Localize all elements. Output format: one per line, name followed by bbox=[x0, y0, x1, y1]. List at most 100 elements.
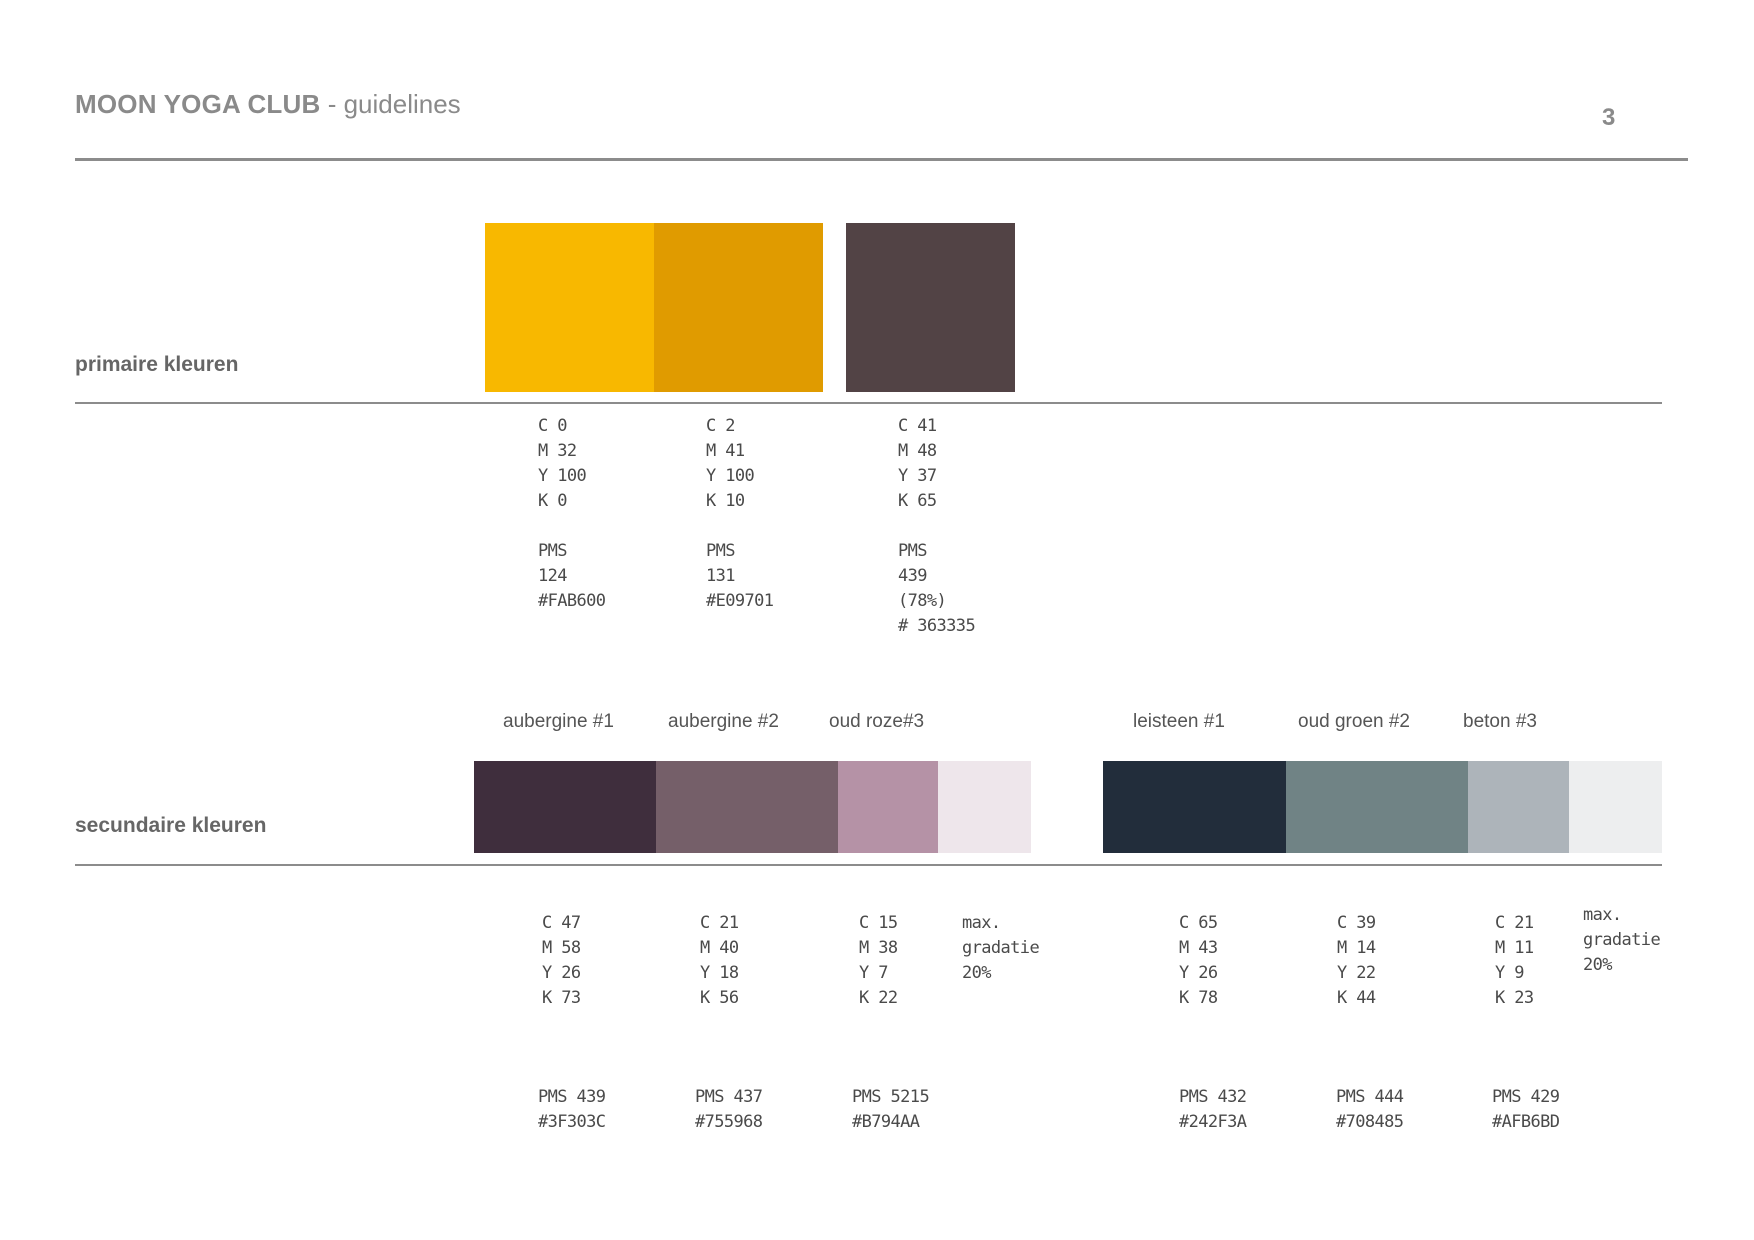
primary-spec-3-line: K 65 bbox=[898, 491, 937, 511]
pms-aubergine-1-line: PMS 439 bbox=[538, 1087, 606, 1107]
primary-swatch-3 bbox=[846, 223, 1015, 392]
cmyk-oud-groen-2: C 39 M 14 Y 22 K 44 bbox=[1337, 911, 1376, 1011]
secondary-section-title: secundaire kleuren bbox=[75, 814, 267, 837]
primary-spec-1: C 0 M 32 Y 100 K 0 PMS 124 #FAB600 bbox=[538, 414, 606, 614]
pms-aubergine-1: PMS 439 #3F303C bbox=[538, 1085, 606, 1135]
pms-oud-groen-2-line: #708485 bbox=[1336, 1112, 1404, 1132]
pms-oud-groen-2-line: PMS 444 bbox=[1336, 1087, 1404, 1107]
pms-aubergine-2: PMS 437 #755968 bbox=[695, 1085, 763, 1135]
primary-spec-3-line: PMS bbox=[898, 541, 928, 561]
cmyk-aubergine-2: C 21 M 40 Y 18 K 56 bbox=[700, 911, 739, 1011]
pms-aubergine-1-line: #3F303C bbox=[538, 1112, 606, 1132]
cmyk-aubergine-2-line: K 56 bbox=[700, 988, 739, 1008]
cmyk-leisteen-1-line: C 65 bbox=[1179, 913, 1218, 933]
pms-oud-roze-3-line: #B794AA bbox=[852, 1112, 920, 1132]
primary-spec-2-line: K 10 bbox=[706, 491, 745, 511]
cmyk-beton-3-line: K 23 bbox=[1495, 988, 1534, 1008]
gradient-note-1-line: gradatie bbox=[962, 938, 1040, 958]
gradient-note-1: max. gradatie 20% bbox=[962, 911, 1040, 986]
pms-beton-3: PMS 429 #AFB6BD bbox=[1492, 1085, 1560, 1135]
primary-spec-1-line: C 0 bbox=[538, 416, 568, 436]
pms-aubergine-2-line: PMS 437 bbox=[695, 1087, 763, 1107]
cmyk-oud-roze-3-line: C 15 bbox=[859, 913, 898, 933]
primary-spec-2: C 2 M 41 Y 100 K 10 PMS 131 #E09701 bbox=[706, 414, 774, 614]
title-subtitle: guidelines bbox=[343, 89, 461, 119]
color-name-oud-roze-3: oud roze#3 bbox=[829, 711, 925, 732]
cmyk-aubergine-1-line: C 47 bbox=[542, 913, 581, 933]
cmyk-aubergine-1-line: M 58 bbox=[542, 938, 581, 958]
cmyk-oud-roze-3-line: K 22 bbox=[859, 988, 898, 1008]
primary-spec-3-line: M 48 bbox=[898, 441, 937, 461]
gradient-note-2-line: max. bbox=[1583, 905, 1622, 925]
primary-spec-2-line: PMS bbox=[706, 541, 736, 561]
primary-spec-1-line: M 32 bbox=[538, 441, 577, 461]
document-title: MOON YOGA CLUB - guidelines bbox=[75, 88, 461, 120]
pms-leisteen-1: PMS 432 #242F3A bbox=[1179, 1085, 1247, 1135]
secondary-swatch-leisteen-1 bbox=[1103, 761, 1286, 853]
cmyk-oud-roze-3: C 15 M 38 Y 7 K 22 bbox=[859, 911, 898, 1011]
gradient-note-1-line: max. bbox=[962, 913, 1001, 933]
pms-aubergine-2-line: #755968 bbox=[695, 1112, 763, 1132]
primary-spec-3-line: # 363335 bbox=[898, 616, 976, 636]
primary-spec-1-line: 124 bbox=[538, 566, 568, 586]
cmyk-oud-groen-2-line: K 44 bbox=[1337, 988, 1376, 1008]
cmyk-oud-roze-3-line: Y 7 bbox=[859, 963, 888, 983]
color-name-oud-groen-2: oud groen #2 bbox=[1298, 711, 1410, 732]
secondary-swatch-tint-1 bbox=[938, 761, 1031, 853]
secondary-swatch-oud-roze-3 bbox=[838, 761, 938, 853]
cmyk-beton-3: C 21 M 11 Y 9 K 23 bbox=[1495, 911, 1534, 1011]
cmyk-beton-3-line: M 11 bbox=[1495, 938, 1534, 958]
cmyk-aubergine-2-line: Y 18 bbox=[700, 963, 739, 983]
pms-oud-roze-3-line: PMS 5215 bbox=[852, 1087, 930, 1107]
gradient-note-2: max. gradatie 20% bbox=[1583, 903, 1661, 978]
secondary-swatch-tint-2 bbox=[1569, 761, 1662, 853]
secondary-swatch-beton-3 bbox=[1468, 761, 1569, 853]
color-name-beton-3: beton #3 bbox=[1463, 711, 1537, 732]
primary-spec-2-line: M 41 bbox=[706, 441, 745, 461]
primary-spec-1-line: #FAB600 bbox=[538, 591, 606, 611]
pms-beton-3-line: PMS 429 bbox=[1492, 1087, 1560, 1107]
primary-spec-3-line: 439 bbox=[898, 566, 928, 586]
cmyk-leisteen-1-line: M 43 bbox=[1179, 938, 1218, 958]
pms-oud-groen-2: PMS 444 #708485 bbox=[1336, 1085, 1404, 1135]
pms-beton-3-line: #AFB6BD bbox=[1492, 1112, 1560, 1132]
primary-spec-3-line bbox=[898, 514, 975, 539]
primary-swatch-2 bbox=[654, 223, 823, 392]
color-name-leisteen-1: leisteen #1 bbox=[1133, 711, 1225, 732]
pms-leisteen-1-line: #242F3A bbox=[1179, 1112, 1247, 1132]
secondary-divider bbox=[75, 864, 1662, 866]
header-divider bbox=[75, 158, 1688, 161]
cmyk-oud-roze-3-line: M 38 bbox=[859, 938, 898, 958]
primary-section-title: primaire kleuren bbox=[75, 353, 239, 376]
secondary-swatch-aubergine-1 bbox=[474, 761, 656, 853]
brand-name: MOON YOGA CLUB bbox=[75, 89, 321, 119]
primary-spec-2-line bbox=[706, 514, 773, 539]
primary-spec-3-line: Y 37 bbox=[898, 466, 937, 486]
primary-swatch-1 bbox=[485, 223, 654, 392]
primary-spec-1-line: PMS bbox=[538, 541, 568, 561]
page-number: 3 bbox=[1602, 104, 1616, 131]
cmyk-beton-3-line: C 21 bbox=[1495, 913, 1534, 933]
primary-spec-2-line: C 2 bbox=[706, 416, 736, 436]
cmyk-aubergine-1-line: Y 26 bbox=[542, 963, 581, 983]
secondary-swatch-aubergine-2 bbox=[656, 761, 838, 853]
primary-spec-3-line: C 41 bbox=[898, 416, 937, 436]
cmyk-leisteen-1-line: K 78 bbox=[1179, 988, 1218, 1008]
primary-spec-2-line: Y 100 bbox=[706, 466, 755, 486]
cmyk-leisteen-1: C 65 M 43 Y 26 K 78 bbox=[1179, 911, 1218, 1011]
title-separator: - bbox=[320, 89, 344, 119]
gradient-note-1-line: 20% bbox=[962, 963, 992, 983]
cmyk-aubergine-1-line: K 73 bbox=[542, 988, 581, 1008]
primary-spec-2-line: 131 bbox=[706, 566, 736, 586]
primary-spec-3: C 41 M 48 Y 37 K 65 PMS 439 (78%) # 363335 bbox=[898, 414, 976, 639]
cmyk-aubergine-2-line: C 21 bbox=[700, 913, 739, 933]
primary-spec-1-line: Y 100 bbox=[538, 466, 587, 486]
cmyk-oud-groen-2-line: Y 22 bbox=[1337, 963, 1376, 983]
pms-oud-roze-3: PMS 5215 #B794AA bbox=[852, 1085, 930, 1135]
cmyk-oud-groen-2-line: M 14 bbox=[1337, 938, 1376, 958]
color-name-aubergine-2: aubergine #2 bbox=[668, 711, 779, 732]
primary-spec-1-line bbox=[538, 514, 605, 539]
cmyk-beton-3-line: Y 9 bbox=[1495, 963, 1524, 983]
cmyk-aubergine-1: C 47 M 58 Y 26 K 73 bbox=[542, 911, 581, 1011]
color-name-aubergine-1: aubergine #1 bbox=[503, 711, 614, 732]
